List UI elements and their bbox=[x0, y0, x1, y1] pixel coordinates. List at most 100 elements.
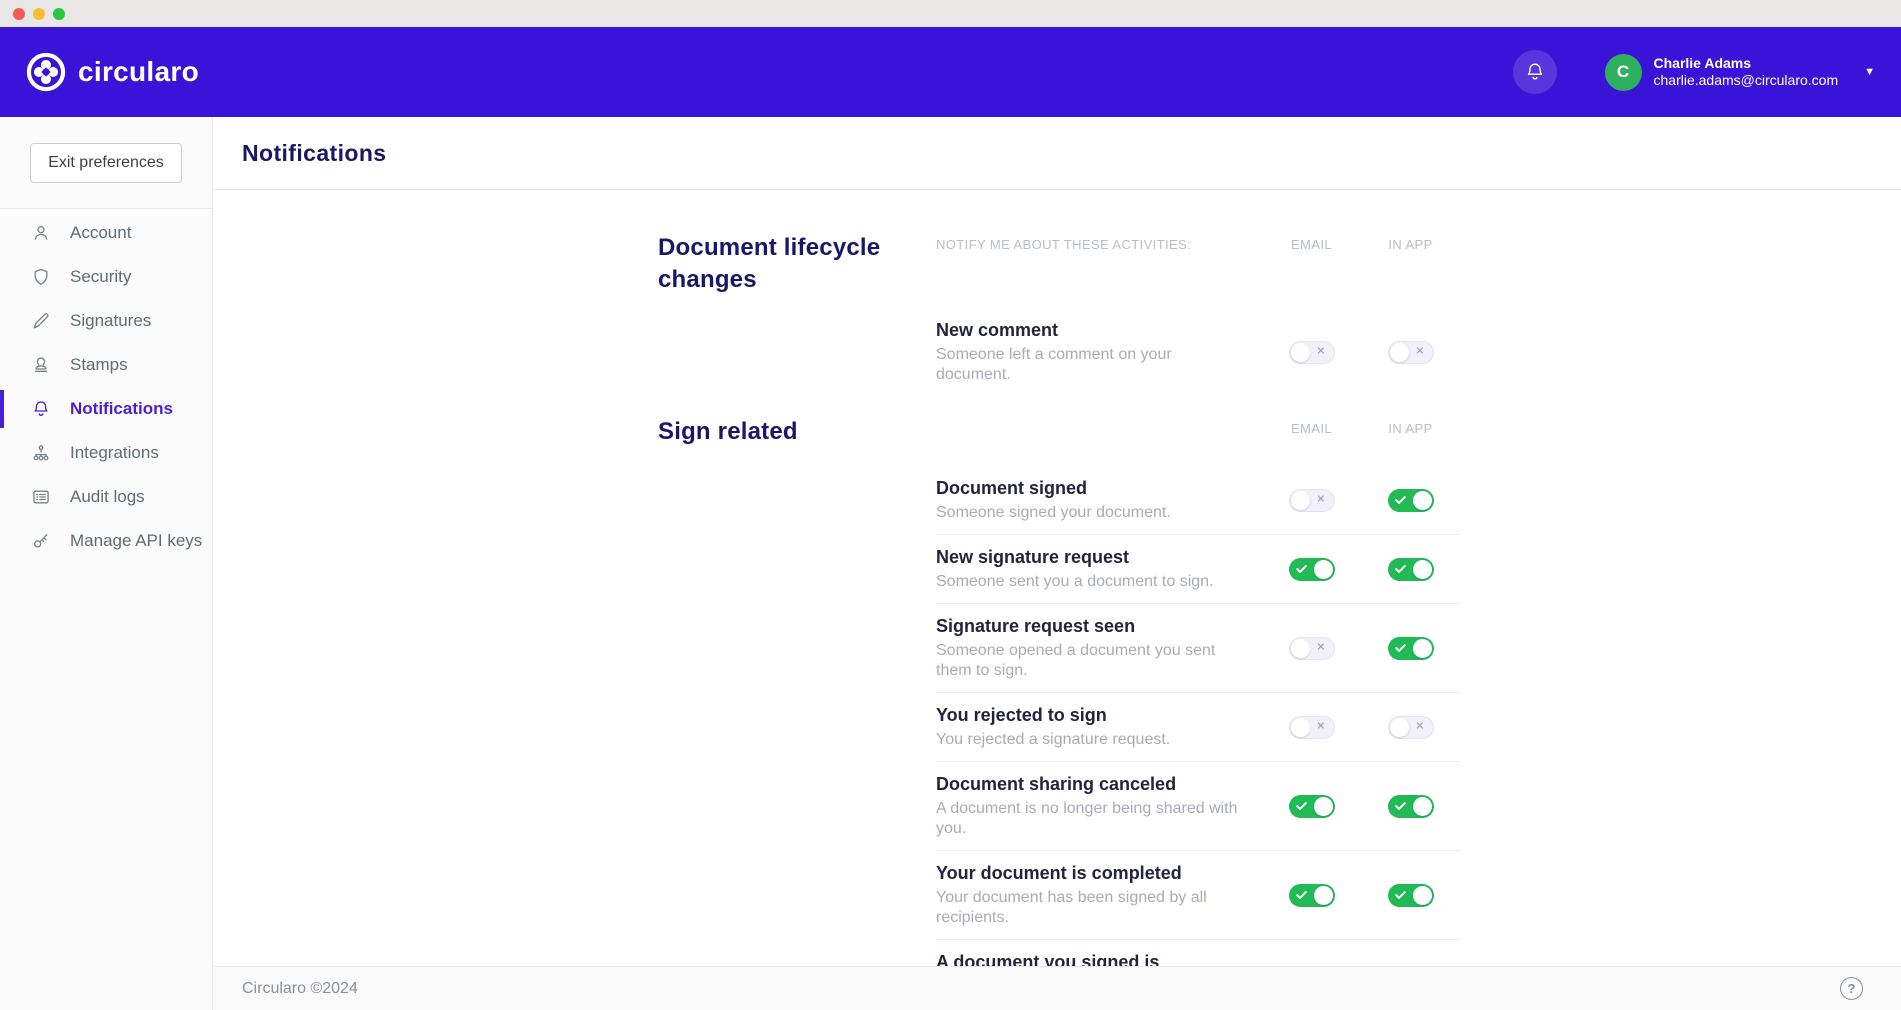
toggle-knob bbox=[1291, 491, 1310, 510]
inapp-toggle-off[interactable]: ✕ bbox=[1388, 341, 1434, 364]
inapp-toggle-on[interactable]: ✕ bbox=[1388, 637, 1434, 660]
sidebar-item-account[interactable]: Account bbox=[0, 211, 212, 255]
x-icon: ✕ bbox=[1316, 346, 1325, 357]
sidebar-item-label: Audit logs bbox=[70, 487, 145, 507]
preferences-sidebar: Exit preferences Account Security Signat… bbox=[0, 117, 213, 1010]
pref-description: You rejected a signature request. bbox=[936, 730, 1238, 750]
section-heading: Document lifecycle changes bbox=[658, 232, 936, 396]
toggle-knob bbox=[1291, 343, 1310, 362]
page-footer: Circularo ©2024 ? bbox=[213, 966, 1901, 1010]
inapp-column-header: IN APP bbox=[1388, 237, 1432, 252]
pref-row-document-signed: Document signed Someone signed your docu… bbox=[936, 466, 1460, 535]
email-toggle-on[interactable]: ✕ bbox=[1289, 795, 1335, 818]
x-icon: ✕ bbox=[1415, 721, 1424, 732]
check-icon bbox=[1395, 644, 1406, 653]
inapp-toggle-on[interactable]: ✕ bbox=[1388, 884, 1434, 907]
pref-title: A document you signed is completed bbox=[936, 951, 1238, 966]
list-icon bbox=[30, 486, 52, 508]
pref-description: Someone opened a document you sent them … bbox=[936, 641, 1238, 681]
pref-title: Document signed bbox=[936, 477, 1238, 499]
copyright-text: Circularo ©2024 bbox=[242, 980, 358, 998]
pref-description: Someone left a comment on your document. bbox=[936, 345, 1238, 385]
pref-title: New signature request bbox=[936, 546, 1238, 568]
email-column-header: EMAIL bbox=[1291, 237, 1332, 252]
pref-row-your-document-is-completed: Your document is completed Your document… bbox=[936, 851, 1460, 940]
preferences-section: Sign related EMAIL IN APP Document signe… bbox=[658, 416, 1460, 966]
toggle-knob bbox=[1390, 718, 1409, 737]
circularo-logo-icon bbox=[26, 52, 66, 92]
stamp-icon bbox=[30, 354, 52, 376]
brand-logo[interactable]: circularo bbox=[26, 52, 199, 92]
check-icon bbox=[1395, 891, 1406, 900]
user-menu[interactable]: C Charlie Adams charlie.adams@circularo.… bbox=[1605, 54, 1876, 91]
app-header: circularo C Charlie Adams charlie.adams@… bbox=[0, 27, 1901, 117]
sidebar-item-label: Notifications bbox=[70, 399, 173, 419]
brand-name: circularo bbox=[78, 56, 199, 88]
email-toggle-on[interactable]: ✕ bbox=[1289, 558, 1335, 581]
page-header: Notifications bbox=[213, 117, 1901, 190]
x-icon: ✕ bbox=[1316, 494, 1325, 505]
sidebar-item-signatures[interactable]: Signatures bbox=[0, 299, 212, 343]
toggle-knob bbox=[1390, 343, 1409, 362]
exit-preferences-button[interactable]: Exit preferences bbox=[30, 143, 182, 183]
inapp-toggle-on[interactable]: ✕ bbox=[1388, 558, 1434, 581]
email-toggle-off[interactable]: ✕ bbox=[1289, 489, 1335, 512]
pref-description: A document is no longer being shared wit… bbox=[936, 799, 1238, 839]
maximize-window-button[interactable] bbox=[53, 8, 65, 20]
inapp-toggle-on[interactable]: ✕ bbox=[1388, 489, 1434, 512]
toggle-knob bbox=[1413, 639, 1432, 658]
shield-icon bbox=[30, 266, 52, 288]
sidebar-item-integrations[interactable]: Integrations bbox=[0, 431, 212, 475]
sidebar-item-security[interactable]: Security bbox=[0, 255, 212, 299]
pref-title: Document sharing canceled bbox=[936, 773, 1238, 795]
email-toggle-off[interactable]: ✕ bbox=[1289, 637, 1335, 660]
check-icon bbox=[1296, 802, 1307, 811]
pref-row-document-sharing-canceled: Document sharing canceled A document is … bbox=[936, 762, 1460, 851]
sidebar-item-label: Security bbox=[70, 267, 131, 287]
check-icon bbox=[1296, 565, 1307, 574]
x-icon: ✕ bbox=[1316, 642, 1325, 653]
sidebar-item-notifications[interactable]: Notifications bbox=[0, 387, 212, 431]
avatar: C bbox=[1605, 54, 1642, 91]
bell-icon bbox=[1524, 61, 1546, 83]
section-columns-header: EMAIL IN APP bbox=[936, 416, 1460, 440]
minimize-window-button[interactable] bbox=[33, 8, 45, 20]
user-icon bbox=[30, 222, 52, 244]
page-title: Notifications bbox=[242, 140, 386, 167]
close-window-button[interactable] bbox=[13, 8, 25, 20]
toggle-knob bbox=[1314, 886, 1333, 905]
email-column-header: EMAIL bbox=[1291, 421, 1332, 436]
toggle-knob bbox=[1413, 797, 1432, 816]
pref-description: Someone sent you a document to sign. bbox=[936, 572, 1238, 592]
user-email: charlie.adams@circularo.com bbox=[1654, 72, 1839, 90]
toggle-knob bbox=[1413, 886, 1432, 905]
inapp-toggle-off[interactable]: ✕ bbox=[1388, 716, 1434, 739]
inapp-column-header: IN APP bbox=[1388, 421, 1432, 436]
email-toggle-on[interactable]: ✕ bbox=[1289, 884, 1335, 907]
toggle-knob bbox=[1413, 491, 1432, 510]
sidebar-item-manage-api-keys[interactable]: Manage API keys bbox=[0, 519, 212, 563]
notifications-bell-button[interactable] bbox=[1513, 50, 1557, 94]
check-icon bbox=[1296, 891, 1307, 900]
sidebar-item-stamps[interactable]: Stamps bbox=[0, 343, 212, 387]
toggle-knob bbox=[1291, 639, 1310, 658]
email-toggle-off[interactable]: ✕ bbox=[1289, 716, 1335, 739]
check-icon bbox=[1395, 802, 1406, 811]
help-button[interactable]: ? bbox=[1840, 977, 1863, 1000]
toggle-knob bbox=[1314, 797, 1333, 816]
x-icon: ✕ bbox=[1316, 721, 1325, 732]
sidebar-item-label: Signatures bbox=[70, 311, 151, 331]
check-icon bbox=[1395, 496, 1406, 505]
sidebar-item-audit-logs[interactable]: Audit logs bbox=[0, 475, 212, 519]
check-icon bbox=[1395, 565, 1406, 574]
inapp-toggle-on[interactable]: ✕ bbox=[1388, 795, 1434, 818]
section-columns-header: NOTIFY ME ABOUT THESE ACTIVITIES: EMAIL … bbox=[936, 232, 1460, 256]
pref-row-you-rejected-to-sign: You rejected to sign You rejected a sign… bbox=[936, 693, 1460, 762]
preferences-section: Document lifecycle changes NOTIFY ME ABO… bbox=[658, 232, 1460, 396]
toggle-knob bbox=[1314, 560, 1333, 579]
main-panel: Notifications Document lifecycle changes… bbox=[213, 117, 1901, 1010]
sidebar-item-label: Manage API keys bbox=[70, 531, 202, 551]
email-toggle-off[interactable]: ✕ bbox=[1289, 341, 1335, 364]
pref-description: Someone signed your document. bbox=[936, 503, 1238, 523]
chevron-down-icon: ▼ bbox=[1864, 66, 1875, 78]
